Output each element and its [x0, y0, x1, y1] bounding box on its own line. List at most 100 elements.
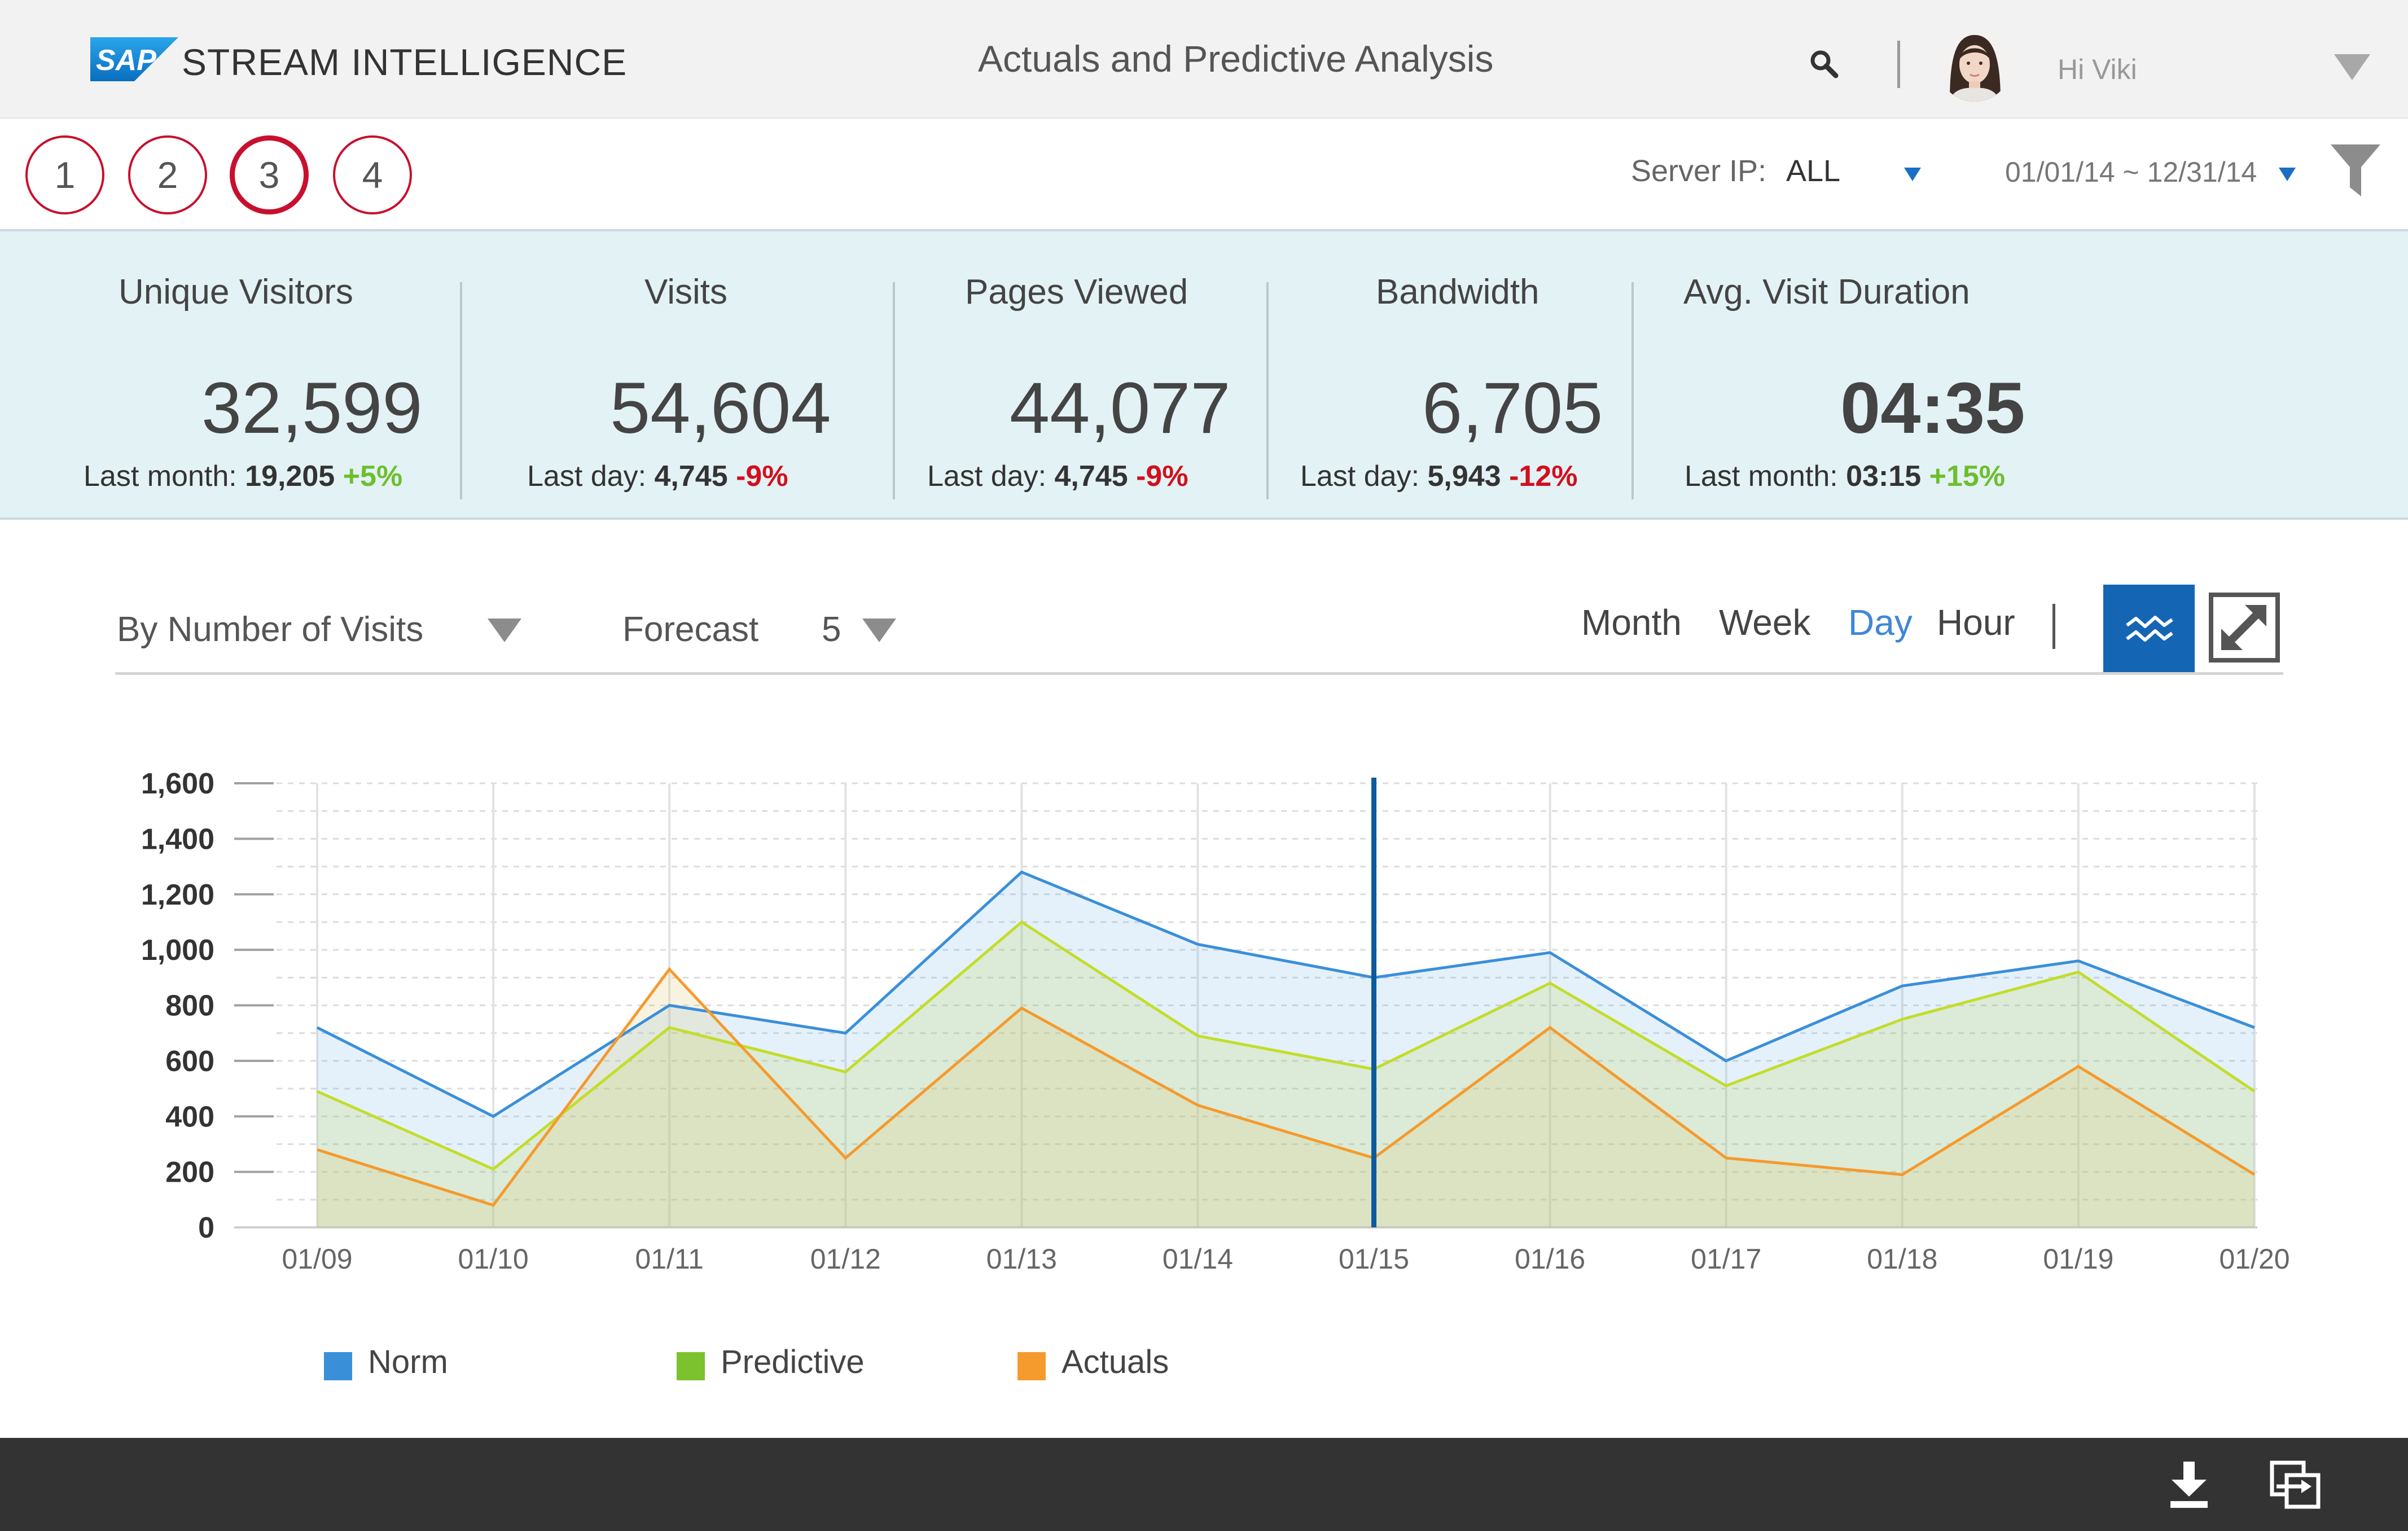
kpi-delta: +5%: [343, 460, 403, 493]
legend-label: Predictive: [721, 1344, 865, 1380]
server-ip-label: Server IP:: [1631, 154, 1767, 188]
kpi-value: 04:35: [1840, 368, 2025, 449]
y-tick-label: 1,400: [141, 823, 214, 856]
kpi-avg-visit-duration[interactable]: Avg. Visit Duration 04:35 Last month: 03…: [1634, 231, 2408, 522]
area-chart-icon: [2126, 616, 2173, 642]
kpi-comparison: Last month: 03:15 +15%: [1685, 459, 2005, 493]
footer-bar: [0, 1438, 2408, 1531]
kpi-band: Unique Visitors 32,599 Last month: 19,20…: [0, 229, 2408, 520]
y-tick-label: 1,000: [141, 934, 214, 967]
measure-dropdown-icon[interactable]: [488, 618, 521, 642]
kpi-compare-value: 4,745: [1054, 460, 1128, 493]
funnel-icon[interactable]: [2331, 144, 2380, 196]
expand-button[interactable]: [2209, 593, 2280, 663]
header-divider: [1897, 41, 1900, 88]
kpi-delta: -12%: [1509, 460, 1578, 493]
search-icon[interactable]: [1809, 49, 1839, 79]
chart-type-button[interactable]: [2103, 585, 2195, 673]
kpi-delta: +15%: [1929, 460, 2006, 493]
download-icon[interactable]: [2168, 1462, 2210, 1508]
x-tick-label: 01/09: [282, 1243, 352, 1275]
granularity-day[interactable]: Day: [1848, 602, 1913, 643]
chevron-down-icon[interactable]: [2334, 54, 2370, 80]
kpi-compare-label: Last day:: [927, 460, 1047, 493]
kpi-compare-value: 5,943: [1427, 460, 1501, 493]
avatar[interactable]: [1937, 27, 2012, 102]
visits-area-chart: 0 200 400 600 800 1,000 1,200 1,400 1,600 01/09 01…: [141, 767, 2290, 1275]
x-tick-label: 01/14: [1163, 1243, 1233, 1275]
y-tick-label: 0: [198, 1212, 214, 1244]
kpi-compare-value: 4,745: [654, 460, 728, 493]
x-tick-label: 01/13: [986, 1243, 1057, 1275]
kpi-title: Avg. Visit Duration: [1683, 273, 1970, 312]
kpi-title: Visits: [644, 273, 728, 312]
kpi-compare-value: 19,205: [245, 460, 335, 493]
x-tick-label: 01/18: [1867, 1243, 1937, 1275]
kpi-unique-visitors[interactable]: Unique Visitors 32,599 Last month: 19,20…: [0, 231, 460, 522]
y-tick-label: 400: [165, 1100, 214, 1133]
x-tick-label: 01/19: [2043, 1243, 2113, 1275]
kpi-value: 6,705: [1422, 368, 1603, 449]
kpi-title: Pages Viewed: [965, 273, 1188, 312]
date-range-select[interactable]: 01/01/14 ~ 12/31/14: [2005, 156, 2257, 188]
kpi-title: Unique Visitors: [119, 273, 353, 312]
kpi-value: 32,599: [201, 368, 423, 449]
granularity-hour[interactable]: Hour: [1937, 602, 2015, 643]
user-greeting[interactable]: Hi Viki: [2058, 53, 2137, 86]
kpi-compare-value: 03:15: [1846, 460, 1922, 493]
forecast-select[interactable]: 5: [822, 609, 841, 650]
kpi-pages-viewed[interactable]: Pages Viewed 44,077 Last day: 4,745 -9%: [895, 231, 1267, 522]
sap-logo-text: SAP: [96, 44, 156, 77]
kpi-comparison: Last day: 4,745 -9%: [527, 459, 788, 493]
toolbar-divider: [2052, 604, 2055, 649]
app-header: SAP STREAM INTELLIGENCE Actuals and Pred…: [0, 0, 2408, 119]
kpi-visits[interactable]: Visits 54,604 Last day: 4,745 -9%: [462, 231, 894, 522]
kpi-compare-label: Last day:: [1300, 460, 1420, 493]
step-1[interactable]: 1: [25, 135, 104, 214]
x-tick-label: 01/16: [1515, 1243, 1585, 1275]
kpi-value: 54,604: [610, 368, 831, 449]
granularity-week[interactable]: Week: [1719, 602, 1810, 643]
y-tick-label: 800: [165, 990, 214, 1023]
forecast-label: Forecast: [622, 610, 759, 649]
forecast-dropdown-icon[interactable]: [862, 618, 896, 642]
step-4[interactable]: 4: [333, 135, 412, 214]
expand-icon: [2221, 605, 2266, 650]
page-title: Actuals and Predictive Analysis: [978, 38, 1494, 80]
kpi-comparison: Last month: 19,205 +5%: [84, 459, 402, 493]
x-tick-label: 01/15: [1339, 1243, 1409, 1275]
legend-label: Actuals: [1062, 1344, 1169, 1380]
kpi-delta: -9%: [1136, 460, 1188, 493]
step-2[interactable]: 2: [128, 135, 207, 214]
x-tick-label: 01/20: [2219, 1243, 2289, 1275]
brand-name: STREAM INTELLIGENCE: [182, 41, 628, 83]
measure-select[interactable]: By Number of Visits: [117, 609, 423, 650]
legend-label: Norm: [368, 1344, 448, 1380]
kpi-compare-label: Last day:: [527, 460, 647, 493]
x-tick-label: 01/12: [810, 1243, 881, 1275]
y-tick-label: 1,600: [141, 767, 214, 800]
granularity-month[interactable]: Month: [1581, 602, 1682, 643]
kpi-value: 44,077: [1010, 368, 1231, 449]
avatar-portrait: [1937, 27, 2012, 102]
export-icon[interactable]: [2270, 1460, 2321, 1509]
kpi-comparison: Last day: 4,745 -9%: [927, 459, 1188, 493]
kpi-delta: -9%: [736, 460, 788, 493]
legend-swatch-actuals: [1017, 1352, 1046, 1380]
server-ip-dropdown-icon[interactable]: [1904, 168, 1921, 181]
y-tick-label: 600: [165, 1045, 214, 1078]
y-tick-label: 1,200: [141, 879, 214, 911]
y-tick-label: 200: [165, 1156, 214, 1189]
legend-swatch-predictive: [677, 1352, 705, 1380]
x-tick-label: 01/11: [635, 1243, 703, 1275]
step-3[interactable]: 3: [230, 135, 309, 214]
x-tick-label: 01/17: [1691, 1243, 1761, 1275]
kpi-bandwidth[interactable]: Bandwidth 6,705 Last day: 5,943 -12%: [1269, 231, 1633, 522]
legend-swatch-norm: [324, 1352, 352, 1380]
server-ip-select[interactable]: ALL: [1786, 153, 1840, 188]
kpi-compare-label: Last month:: [84, 460, 237, 493]
sap-logo: SAP: [90, 37, 178, 81]
kpi-compare-label: Last month:: [1685, 460, 1838, 493]
date-range-dropdown-icon[interactable]: [2279, 168, 2296, 181]
kpi-title: Bandwidth: [1376, 273, 1539, 312]
